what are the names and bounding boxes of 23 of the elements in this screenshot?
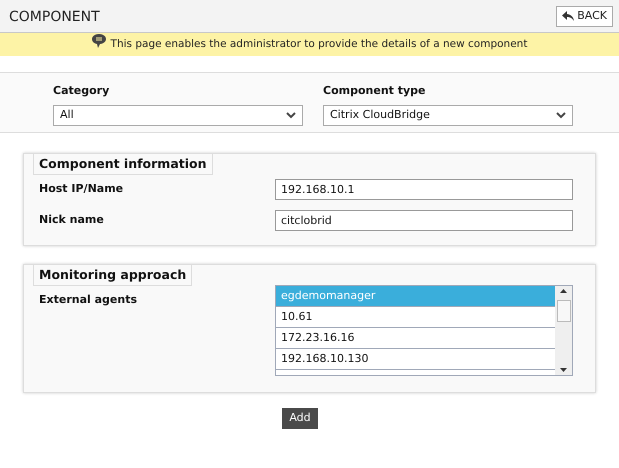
selector-label: Category [53, 83, 110, 99]
add-button[interactable]: Add [282, 408, 318, 429]
dropdown[interactable]: Citrix CloudBridge [323, 104, 573, 126]
scroll-down-icon [560, 368, 567, 372]
back-button[interactable]: BACK [556, 6, 613, 26]
field-label: Host IP/Name [39, 181, 124, 198]
chevron-down-icon [286, 112, 296, 118]
field-label: Nick name [39, 212, 104, 228]
scroll-up-icon [560, 289, 567, 293]
selector-label: Component type [323, 83, 426, 99]
text-field[interactable]: citclobrid [275, 210, 573, 231]
section-title: Monitoring approach [33, 264, 192, 286]
agents-listbox[interactable]: egdemomanager 10.61 172.23.16.16 192.168.10.130 [275, 285, 573, 376]
back-arrow-icon [562, 11, 574, 21]
banner-text: This page enables the administrator to provide the details of a new component [110, 36, 528, 52]
scroll-thumb[interactable] [556, 300, 570, 322]
field-label: External agents [39, 292, 138, 308]
text-field[interactable]: 192.168.10.1 [275, 179, 573, 200]
page-title: COMPONENT [9, 8, 100, 27]
section-title: Component information [33, 153, 213, 175]
chevron-down-icon [556, 112, 566, 118]
dropdown[interactable]: All [53, 104, 303, 126]
scrollbar[interactable] [555, 286, 572, 375]
